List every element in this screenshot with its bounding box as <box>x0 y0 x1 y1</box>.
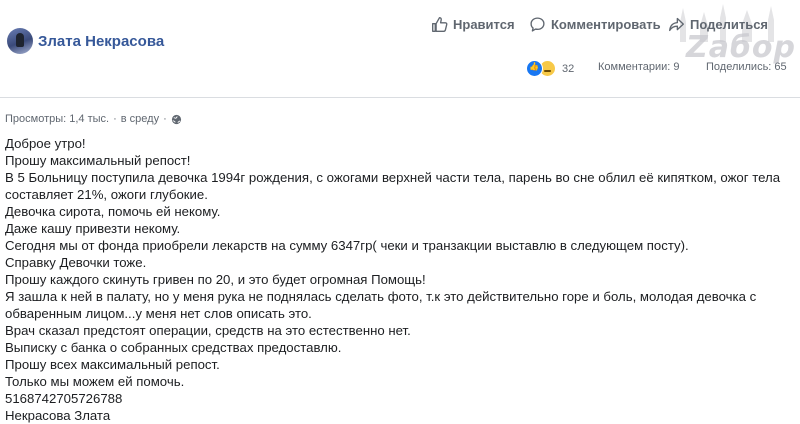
reactions-count: 32 <box>562 62 575 75</box>
post-line: В 5 Больницу поступила девочка 1994г рож… <box>5 170 781 185</box>
meta-separator: · <box>113 113 117 125</box>
comment-button[interactable]: Комментировать <box>529 16 661 33</box>
post-line: Прошу максимальный репост! <box>5 153 191 168</box>
share-button[interactable]: Поделиться <box>668 16 768 33</box>
post-line: 5168742705726788 <box>5 391 123 406</box>
like-label: Нравится <box>453 17 515 32</box>
globe-icon <box>171 114 181 124</box>
post-line: Справку Девочки тоже. <box>5 255 147 270</box>
post-line: составляет 21%, ожоги глубокие. <box>5 187 208 202</box>
post-header: Злата Некрасова Zaбор Нравится Комментир… <box>0 0 800 90</box>
post-line: Сегодня мы от фонда приобрели лекарств н… <box>5 238 689 253</box>
share-label: Поделиться <box>690 17 769 32</box>
views-count: Просмотры: 1,4 тыс. <box>5 113 110 125</box>
comments-count[interactable]: Комментарии: 9 <box>598 61 680 73</box>
post-meta: Просмотры: 1,4 тыс. · в среду · <box>5 113 182 125</box>
like-button[interactable]: Нравится <box>431 16 515 33</box>
post-line: Прошу каждого скинуть гривен по 20, и эт… <box>5 272 426 287</box>
post-line: Девочка сирота, помочь ей некому. <box>5 204 221 219</box>
shares-count[interactable]: Поделились: 65 <box>706 61 787 73</box>
post-line: Только мы можем ей помочь. <box>5 374 185 389</box>
post-line: Некрасова Злата <box>5 408 111 423</box>
divider <box>0 97 800 98</box>
post-line: Прошу всех максимальный репост. <box>5 357 220 372</box>
post-date[interactable]: в среду <box>121 113 159 125</box>
reactions-summary[interactable]: 32 <box>526 60 574 77</box>
thumbs-up-icon <box>432 17 448 32</box>
comment-icon <box>530 17 545 32</box>
post-line: Даже кашу привезти некому. <box>5 221 181 236</box>
post-actions: Нравится Комментировать Поделиться <box>0 16 800 36</box>
post-line: Врач сказал предстоят операции, средств … <box>5 323 411 338</box>
post-stats: 32 Комментарии: 9 Поделились: 65 <box>0 60 800 77</box>
share-icon <box>669 17 684 32</box>
post-body: Доброе утро! Прошу максимальный репост! … <box>5 135 795 424</box>
post-line: обваренным лицом...у меня нет слов описа… <box>5 306 312 321</box>
post-line: Доброе утро! <box>5 136 86 151</box>
post-line: Выписку с банка о собранных средствах пр… <box>5 340 342 355</box>
comment-label: Комментировать <box>551 17 661 32</box>
post-line: Я зашла к ней в палату, но у меня рука н… <box>5 289 757 304</box>
meta-separator: · <box>163 113 167 125</box>
like-reaction-icon <box>526 60 543 77</box>
